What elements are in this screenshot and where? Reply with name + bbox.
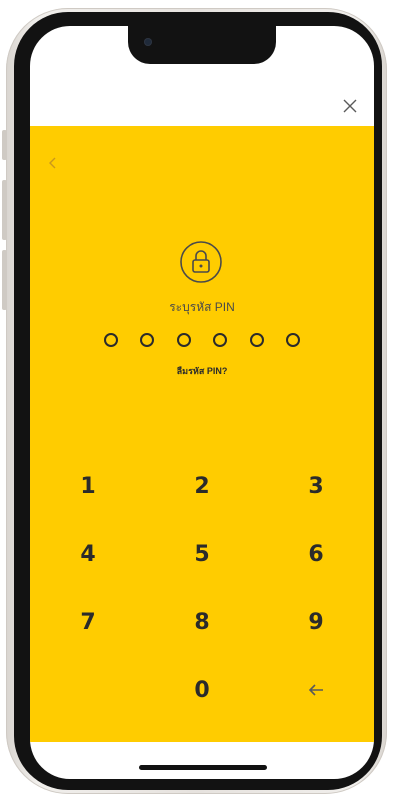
key-0[interactable]: 0: [172, 670, 232, 710]
key-3[interactable]: 3: [286, 466, 346, 506]
lock-icon: [179, 240, 223, 284]
home-indicator[interactable]: [139, 765, 267, 770]
side-button: [2, 130, 7, 160]
pin-title: ระบุรหัส PIN: [169, 300, 235, 314]
key-6[interactable]: 6: [286, 534, 346, 574]
key-2[interactable]: 2: [172, 466, 232, 506]
close-button[interactable]: [340, 96, 360, 116]
side-button: [2, 250, 7, 310]
pin-entry-panel: ระบุรหัส PIN ลืมรหัส PIN? 1 2 3 4 5 6 7 …: [30, 126, 374, 742]
key-7[interactable]: 7: [58, 602, 118, 642]
chevron-left-icon: [49, 157, 56, 169]
pin-indicator: [104, 333, 300, 347]
backspace-button[interactable]: [286, 670, 346, 710]
pin-dot: [285, 333, 300, 347]
back-button[interactable]: [46, 156, 60, 170]
close-icon: [343, 99, 357, 113]
key-9[interactable]: 9: [286, 602, 346, 642]
screen: ระบุรหัส PIN ลืมรหัส PIN? 1 2 3 4 5 6 7 …: [30, 26, 374, 779]
key-4[interactable]: 4: [58, 534, 118, 574]
key-8[interactable]: 8: [172, 602, 232, 642]
pin-dot: [176, 333, 191, 347]
key-1[interactable]: 1: [58, 466, 118, 506]
keypad: 1 2 3 4 5 6 7 8 9 0: [30, 466, 374, 746]
pin-dot: [104, 333, 118, 347]
forgot-pin-link[interactable]: ลืมรหัส PIN?: [30, 364, 374, 378]
pin-dot: [140, 333, 155, 347]
pin-dot: [213, 333, 228, 347]
side-button: [2, 180, 7, 240]
pin-dot: [249, 333, 264, 347]
arrow-left-icon: [308, 684, 323, 696]
key-5[interactable]: 5: [172, 534, 232, 574]
notch: [128, 26, 276, 64]
camera-icon: [144, 38, 152, 46]
